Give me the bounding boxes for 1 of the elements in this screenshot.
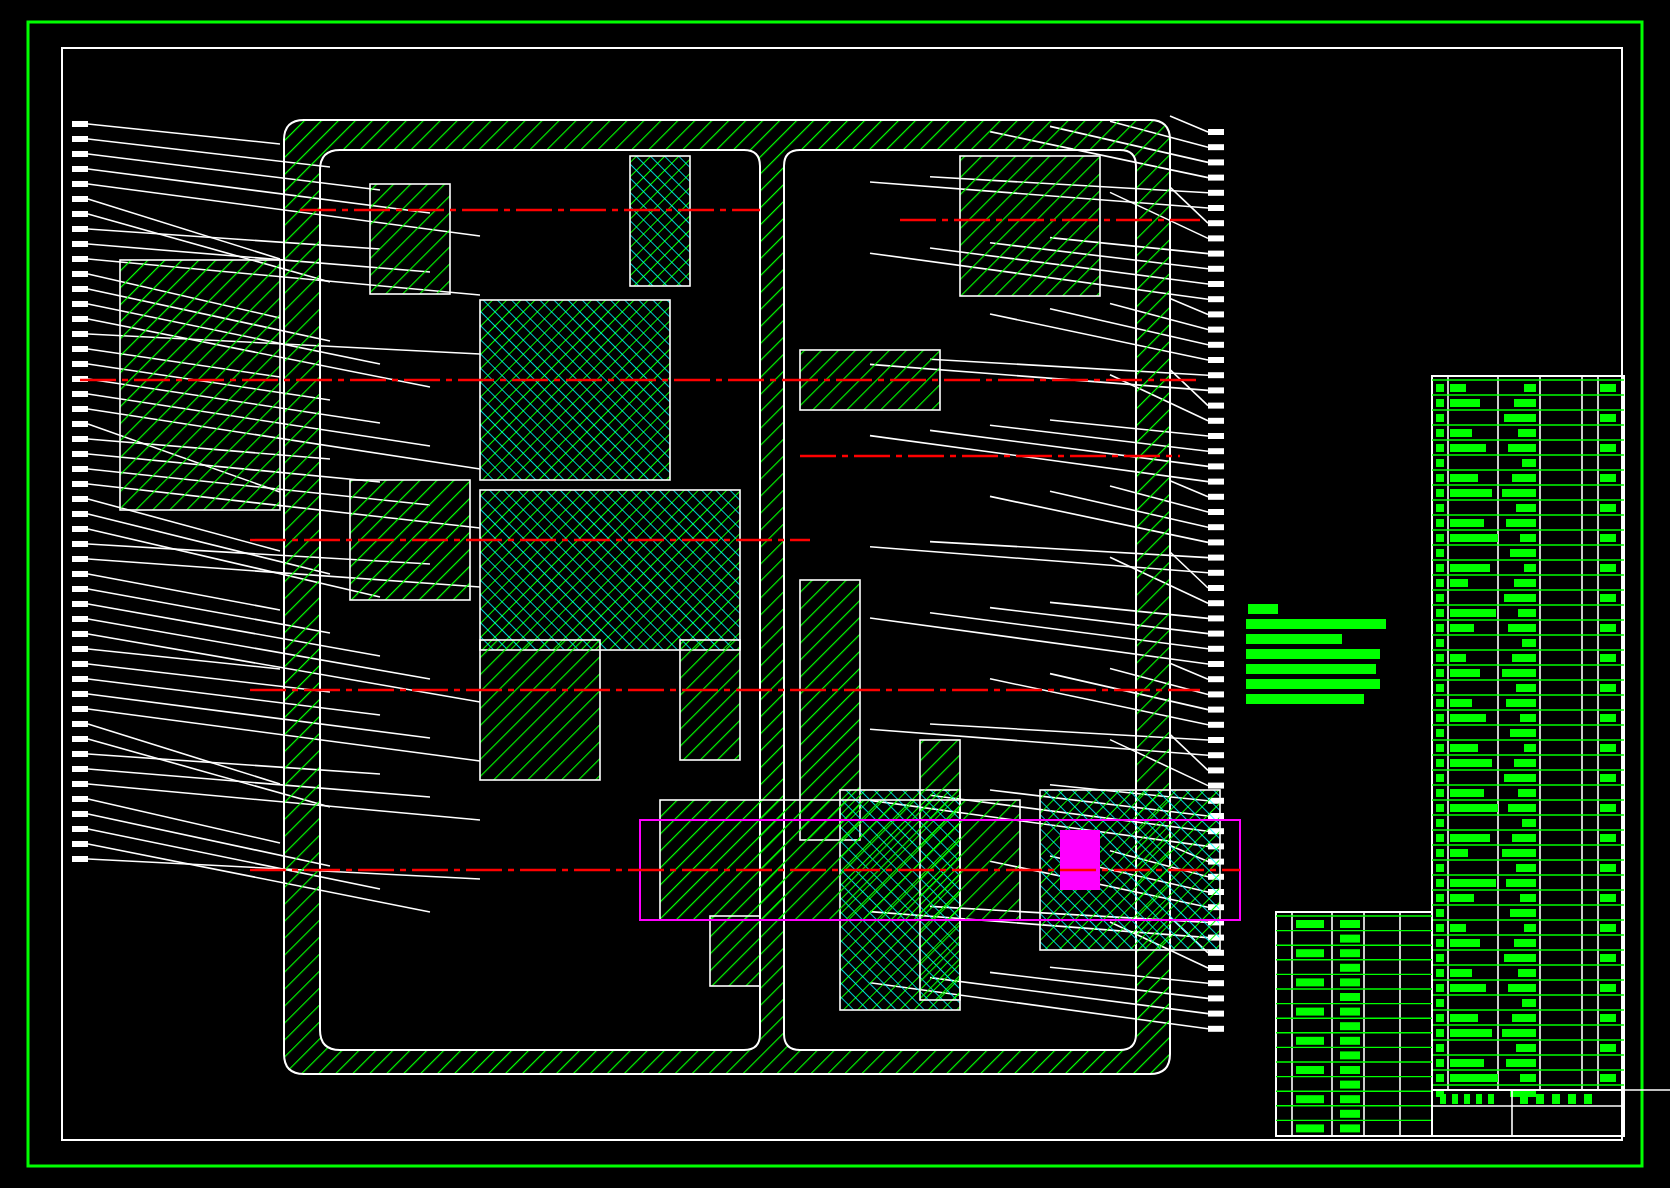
technical-notes-drawing <box>1246 604 1386 704</box>
